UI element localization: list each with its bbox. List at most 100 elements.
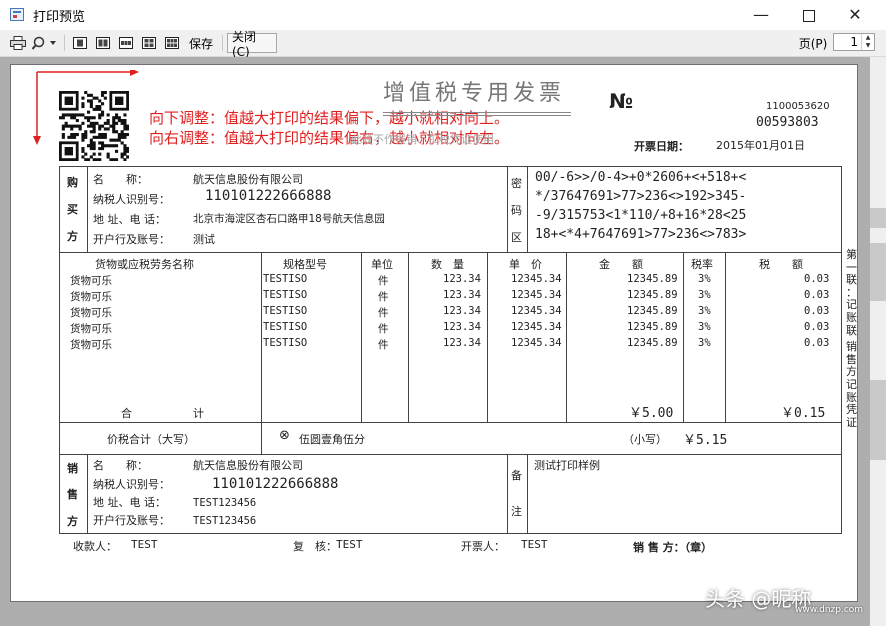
six-pages-icon	[165, 37, 179, 49]
title-underline	[383, 112, 571, 113]
item-price: 12345.34	[511, 305, 562, 317]
down-adjust-note: 向下调整：值越大打印的结果偏下，越小就相对向上。	[149, 109, 510, 127]
save-button[interactable]: 保存	[186, 33, 216, 53]
header-tax-rate: 税率	[691, 258, 713, 271]
page-number-input[interactable]: 1 ▲ ▼	[833, 33, 875, 51]
invoice-code: 1100053620	[766, 101, 830, 112]
total-amount: ￥5.00	[629, 406, 674, 421]
close-preview-button[interactable]: 关闭(C)	[227, 30, 277, 59]
minimize-button[interactable]: —	[738, 0, 784, 30]
six-pages-button[interactable]	[162, 33, 182, 53]
three-pages-button[interactable]	[116, 33, 136, 53]
grand-small-value: ￥5.15	[683, 433, 728, 448]
zoom-button[interactable]	[30, 33, 60, 53]
seller-address-label: 地 址、电 话：	[93, 496, 166, 509]
buyer-section-label: 买	[67, 203, 78, 216]
buyer-section-label: 方	[67, 230, 78, 243]
total-label: 计	[193, 407, 204, 420]
invoice-page: 向下调整：值越大打印的结果偏下，越小就相对向上。 向右调整：值越大打印的结果偏右…	[10, 64, 858, 602]
header-spec: 规格型号	[283, 258, 327, 271]
cipher-line: */37647691>77>236<>192>345-	[535, 189, 747, 204]
grand-total-symbol: ⊗	[279, 428, 290, 443]
grand-total-label: 价税合计（大写）	[107, 433, 195, 446]
title-overlay-text: 此联不作报销、扣税凭证使用	[351, 133, 494, 146]
copy-side-label: 第一联：记账联销售方记账凭证	[846, 248, 857, 429]
item-amount: 12345.89	[627, 273, 678, 285]
item-unit: 件	[378, 275, 389, 287]
table-top-border	[59, 166, 842, 167]
payee-label: 收款人：	[73, 540, 117, 553]
remark-section-label: 注	[511, 505, 522, 518]
reviewer-value: TEST	[336, 538, 363, 551]
item-qty: 123.34	[443, 337, 481, 349]
two-pages-button[interactable]	[93, 33, 113, 53]
preview-canvas[interactable]: 向下调整：值越大打印的结果偏下，越小就相对向上。 向右调整：值越大打印的结果偏右…	[0, 57, 870, 626]
cipher-divider-left	[507, 166, 508, 252]
buyer-section-label: 购	[67, 176, 78, 189]
item-name: 货物可乐	[70, 275, 112, 287]
item-unit: 件	[378, 291, 389, 303]
maximize-button[interactable]	[786, 0, 832, 30]
cipher-line: -9/315753<1*110/+8+16*28<25	[535, 208, 747, 223]
buyer-name-value: 航天信息股份有限公司	[193, 173, 303, 186]
page-label: 页(P)	[798, 36, 828, 51]
watermark-site: www.dnzp.com	[795, 605, 864, 615]
seller-taxid-value: 110101222666888	[212, 476, 339, 492]
two-pages-icon	[96, 37, 110, 49]
window-title: 打印预览	[33, 10, 86, 25]
buyer-taxid-label: 纳税人识别号：	[93, 193, 170, 206]
grand-total-upper: 伍圆壹角伍分	[299, 433, 365, 446]
item-tax-rate: 3%	[698, 337, 711, 349]
invoice-number: 00593803	[756, 115, 819, 130]
table-row: 货物可乐 TESTISO 件 123.34 12345.34 12345.89 …	[11, 289, 849, 304]
item-tax: 0.03	[804, 337, 830, 349]
total-label: 合	[121, 407, 132, 420]
drawer-label: 开票人：	[461, 540, 505, 553]
table-row: 货物可乐 TESTISO 件 123.34 12345.34 12345.89 …	[11, 321, 849, 336]
item-unit: 件	[378, 307, 389, 319]
maximize-icon	[803, 9, 815, 22]
item-amount: 12345.89	[627, 337, 678, 349]
scrollbar-segment	[870, 243, 886, 301]
page-spinner[interactable]: ▲ ▼	[861, 34, 874, 50]
three-pages-icon	[119, 37, 133, 49]
cipher-section-label: 区	[511, 231, 522, 244]
item-tax: 0.03	[804, 321, 830, 333]
print-button[interactable]	[8, 33, 28, 53]
buyer-divider	[87, 166, 88, 252]
toolbar-separator	[222, 35, 223, 51]
seller-name-value: 航天信息股份有限公司	[193, 459, 303, 472]
header-tax: 税 额	[759, 258, 803, 271]
header-price: 单 价	[509, 258, 542, 271]
item-name: 货物可乐	[70, 291, 112, 303]
item-price: 12345.34	[511, 289, 562, 301]
item-spec: TESTISO	[263, 337, 308, 349]
item-spec: TESTISO	[263, 305, 308, 317]
vertical-scrollbar[interactable]	[870, 57, 886, 626]
qr-code	[59, 91, 130, 162]
item-spec: TESTISO	[263, 289, 308, 301]
buyer-address-value: 北京市海淀区杏石口路甲18号航天信息园	[193, 213, 385, 225]
item-tax-rate: 3%	[698, 305, 711, 317]
table-bottom-border	[59, 533, 842, 534]
item-qty: 123.34	[443, 305, 481, 317]
item-amount: 12345.89	[627, 321, 678, 333]
zoom-icon	[32, 36, 56, 50]
seller-name-label: 名 称：	[93, 459, 148, 472]
four-pages-icon	[142, 37, 156, 49]
buyer-taxid-value: 110101222666888	[205, 188, 332, 204]
item-tax-rate: 3%	[698, 321, 711, 333]
header-amount: 金 额	[599, 258, 643, 271]
one-page-button[interactable]	[70, 33, 90, 53]
title-bar: 打印预览 — ✕	[0, 0, 886, 31]
page-number-value: 1	[850, 35, 858, 49]
cipher-line: 00/-6>>/0-4>+0*2606+<+518+<	[535, 170, 747, 185]
item-qty: 123.34	[443, 273, 481, 285]
close-window-button[interactable]: ✕	[832, 0, 878, 30]
four-pages-button[interactable]	[139, 33, 159, 53]
item-tax: 0.03	[804, 305, 830, 317]
title-underline-2	[383, 115, 571, 116]
remark-divider-left	[507, 454, 508, 533]
item-tax-rate: 3%	[698, 289, 711, 301]
total-tax: ￥0.15	[781, 406, 826, 421]
